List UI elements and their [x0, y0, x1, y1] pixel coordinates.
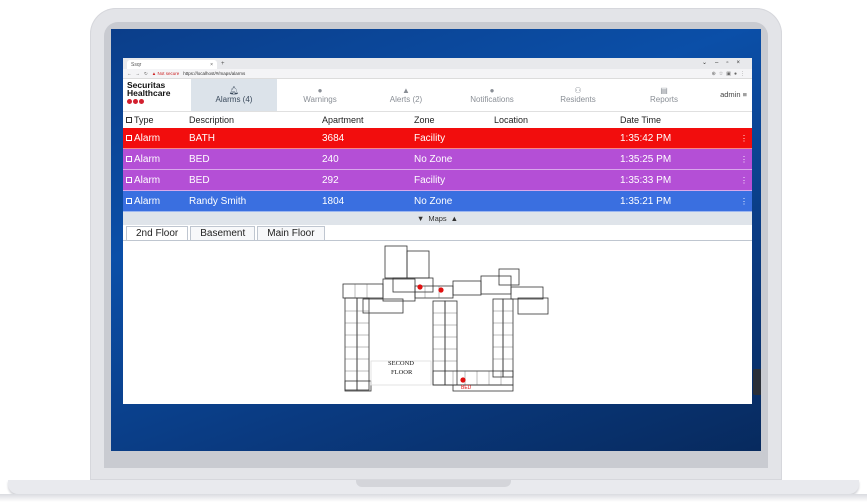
new-tab-button[interactable]: +: [221, 61, 225, 67]
row-zone: No Zone: [414, 195, 453, 207]
bell-icon: 🔔︎: [228, 86, 240, 95]
caret-up-icon[interactable]: ▲: [451, 214, 458, 223]
row-apartment: 240: [322, 153, 339, 165]
row-apartment: 292: [322, 174, 339, 186]
row-time: 1:35:33 PM: [620, 174, 672, 186]
browser-tabbar: Ssqr × + ⌄–▫×: [123, 58, 752, 69]
close-tab-icon[interactable]: ×: [210, 62, 213, 68]
row-time: 1:35:25 PM: [620, 153, 672, 165]
brand-dots-icon: [127, 99, 191, 104]
tab-2nd-floor[interactable]: 2nd Floor: [126, 226, 189, 240]
nav-tab-reports[interactable]: ▤ Reports: [621, 79, 707, 111]
map-marker-label: BED: [461, 385, 472, 391]
map-alarm-marker[interactable]: [460, 377, 466, 383]
row-checkbox[interactable]: [126, 135, 132, 141]
row-checkbox[interactable]: [126, 156, 132, 162]
nav-tab-residents[interactable]: ⚇ Residents: [535, 79, 621, 111]
brand-logo: Securitas Healthcare: [123, 79, 191, 111]
row-zone: Facility: [414, 174, 446, 186]
window-controls[interactable]: ⌄–▫×: [702, 59, 748, 66]
table-row[interactable]: Alarm BATH 3684 Facility 1:35:42 PM ⋮: [123, 128, 752, 149]
warning-triangle-icon: ▲: [402, 86, 410, 95]
row-description: Randy Smith: [189, 195, 247, 207]
floor-plan: BED SECOND FLOOR: [342, 245, 549, 392]
table-row[interactable]: Alarm Randy Smith 1804 No Zone 1:35:21 PM ⋮: [123, 191, 752, 212]
forward-icon[interactable]: →: [136, 71, 141, 76]
tab-title: Ssqr: [131, 61, 142, 68]
row-apartment: 1804: [322, 195, 345, 207]
app-header: Securitas Healthcare 🔔︎ Alarms (4) ● War…: [123, 79, 752, 112]
browser-tab[interactable]: Ssqr ×: [127, 60, 217, 69]
nav-tab-notifications[interactable]: ● Notifications: [449, 79, 535, 111]
people-icon: ⚇: [574, 86, 582, 95]
row-apartment: 3684: [322, 132, 345, 144]
edge-widget: [753, 369, 761, 395]
tab-basement[interactable]: Basement: [190, 226, 256, 240]
address-bar[interactable]: ← → ↻ ▲ Not secure https://localhost/#/m…: [123, 69, 752, 79]
row-time: 1:35:21 PM: [620, 195, 672, 207]
nav-tab-alerts[interactable]: ▲ Alerts (2): [363, 79, 449, 111]
row-menu-icon[interactable]: ⋮: [736, 155, 752, 164]
laptop-shadow: [0, 494, 867, 502]
back-icon[interactable]: ←: [127, 71, 132, 76]
info-icon: ●: [317, 86, 323, 95]
info-icon: ●: [489, 86, 495, 95]
alarm-table-body: Alarm BATH 3684 Facility 1:35:42 PM ⋮ Alarm BED…: [123, 128, 752, 212]
hamburger-icon[interactable]: ≡: [743, 90, 747, 99]
table-row[interactable]: Alarm BED 292 Facility 1:35:33 PM ⋮: [123, 170, 752, 191]
row-description: BED: [189, 174, 210, 186]
row-type: Alarm: [134, 195, 161, 207]
nav-tab-warnings[interactable]: ● Warnings: [277, 79, 363, 111]
map-label-line1: SECOND: [388, 360, 414, 367]
row-zone: No Zone: [414, 153, 453, 165]
row-description: BATH: [189, 132, 215, 144]
maps-toggle[interactable]: ▼ Maps ▲: [123, 212, 752, 225]
tab-main-floor[interactable]: Main Floor: [257, 226, 325, 240]
floor-tabs: 2nd Floor Basement Main Floor: [123, 225, 752, 241]
row-type: Alarm: [134, 174, 161, 186]
map-room-block: [384, 245, 408, 279]
row-menu-icon[interactable]: ⋮: [736, 134, 752, 143]
row-time: 1:35:42 PM: [620, 132, 672, 144]
map-label-line2: FLOOR: [391, 369, 413, 376]
reload-icon[interactable]: ↻: [144, 71, 148, 77]
row-type: Alarm: [134, 132, 161, 144]
map-alarm-marker[interactable]: [417, 284, 423, 290]
row-menu-icon[interactable]: ⋮: [736, 176, 752, 185]
url-text[interactable]: https://localhost/#/maps/alarms: [183, 71, 245, 76]
table-row[interactable]: Alarm BED 240 No Zone 1:35:25 PM ⋮: [123, 149, 752, 170]
row-checkbox[interactable]: [126, 198, 132, 204]
map-alarm-marker[interactable]: [438, 287, 444, 293]
caret-down-icon[interactable]: ▼: [417, 214, 424, 223]
select-all-checkbox[interactable]: [126, 117, 132, 123]
table-header: Type Description Apartment Zone Location…: [123, 112, 752, 128]
user-menu[interactable]: admin ≡: [720, 90, 747, 99]
laptop-notch: [356, 480, 511, 487]
floor-map[interactable]: BED SECOND FLOOR: [123, 241, 752, 401]
document-icon: ▤: [660, 86, 668, 95]
browser-window: Ssqr × + ⌄–▫× ← → ↻ ▲ Not secure https:/…: [123, 58, 752, 404]
row-checkbox[interactable]: [126, 177, 132, 183]
browser-toolbar-icons[interactable]: ⊕☆▣●⋮: [712, 71, 748, 77]
row-menu-icon[interactable]: ⋮: [736, 197, 752, 206]
nav-tab-alarms[interactable]: 🔔︎ Alarms (4): [191, 79, 277, 111]
row-zone: Facility: [414, 132, 446, 144]
laptop-screen: Ssqr × + ⌄–▫× ← → ↻ ▲ Not secure https:/…: [111, 29, 761, 451]
row-type: Alarm: [134, 153, 161, 165]
row-description: BED: [189, 153, 210, 165]
not-secure-warning: ▲ Not secure: [151, 71, 180, 76]
